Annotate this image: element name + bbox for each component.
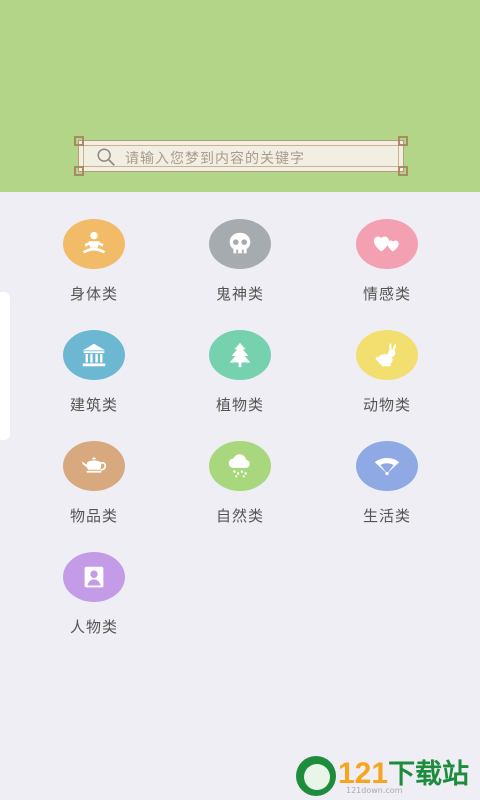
hearts-icon <box>373 236 399 252</box>
search-placeholder[interactable]: 请输入您梦到内容的关键字 <box>125 148 305 168</box>
category-icon-circle <box>63 330 125 380</box>
category-label: 人物类 <box>69 618 118 636</box>
category-label: 自然类 <box>215 507 264 525</box>
category-emotion[interactable]: 情感类 <box>337 219 437 319</box>
category-label: 身体类 <box>69 285 118 303</box>
frame-corner <box>74 136 84 146</box>
category-icon-circle <box>209 441 271 491</box>
meditation-person-icon <box>82 231 106 254</box>
category-label: 鬼神类 <box>215 285 264 303</box>
pine-tree-icon <box>229 342 251 368</box>
category-label: 植物类 <box>215 396 264 414</box>
category-nature[interactable]: 自然类 <box>190 441 290 541</box>
category-icon-circle <box>63 441 125 491</box>
category-label: 物品类 <box>69 507 118 525</box>
rain-cloud-icon <box>228 454 250 478</box>
frame-corner <box>398 166 408 176</box>
category-body[interactable]: 身体类 <box>44 219 144 319</box>
side-drawer-handle[interactable] <box>0 292 10 440</box>
category-person[interactable]: 人物类 <box>44 552 144 652</box>
skull-icon <box>229 232 251 254</box>
temple-building-icon <box>82 343 106 367</box>
category-icon-circle <box>356 219 418 269</box>
category-label: 情感类 <box>362 285 411 303</box>
category-ghost[interactable]: 鬼神类 <box>190 219 290 319</box>
category-icon-circle <box>209 219 271 269</box>
category-label: 生活类 <box>362 507 411 525</box>
search-bar[interactable]: 请输入您梦到内容的关键字 <box>74 136 408 176</box>
category-icon-circle <box>356 441 418 491</box>
category-label: 动物类 <box>362 396 411 414</box>
frame-corner <box>398 136 408 146</box>
category-icon-circle <box>356 330 418 380</box>
watermark-title: 下载站 <box>388 759 470 789</box>
watermark-url: 121down.com <box>346 786 403 795</box>
category-icon-circle <box>209 330 271 380</box>
folding-fan-icon <box>374 458 400 476</box>
category-object[interactable]: 物品类 <box>44 441 144 541</box>
person-icon <box>84 566 104 588</box>
search-icon <box>97 148 115 166</box>
category-animal[interactable]: 动物类 <box>337 330 437 430</box>
watermark-logo <box>296 756 336 796</box>
category-label: 建筑类 <box>69 396 118 414</box>
category-icon-circle <box>63 219 125 269</box>
watermark: 121下载站 121down.com <box>296 752 476 798</box>
category-icon-circle <box>63 552 125 602</box>
category-building[interactable]: 建筑类 <box>44 330 144 430</box>
frame-corner <box>74 166 84 176</box>
category-life[interactable]: 生活类 <box>337 441 437 541</box>
category-plant[interactable]: 植物类 <box>190 330 290 430</box>
teapot-icon <box>81 457 107 473</box>
rabbit-icon <box>375 342 397 367</box>
